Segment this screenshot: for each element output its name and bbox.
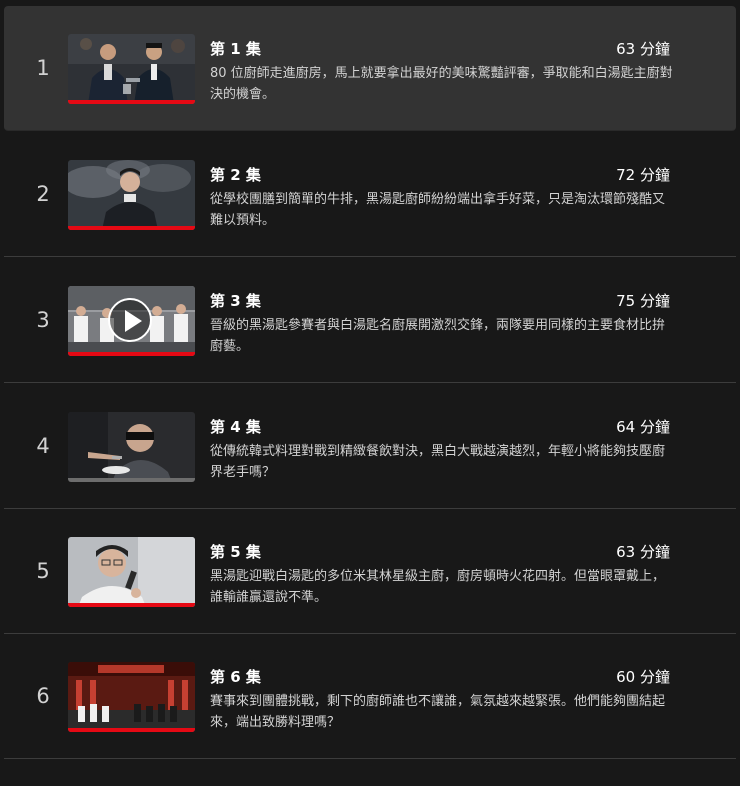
episode-duration: 64 分鐘 <box>616 418 670 436</box>
episode-index: 3 <box>36 308 50 332</box>
episode-title: 第 4 集 <box>210 418 261 436</box>
episode-title: 第 6 集 <box>210 668 261 686</box>
episode-row-1[interactable]: 1 第 1 集 63 分鐘 80 位廚師走進廚房，馬上就要拿出最好的美味驚豔評審… <box>4 6 736 131</box>
episode-index: 4 <box>36 434 50 458</box>
episode-row-6[interactable]: 6 第 6 集 60 分鐘 賽事來到團體挑戰，剩下的廚師誰也不讓誰，氣氛越來越緊… <box>4 634 736 759</box>
watch-progress-fill <box>68 226 195 230</box>
watch-progress-fill <box>68 728 195 732</box>
episode-duration: 75 分鐘 <box>616 292 670 310</box>
episode-title: 第 3 集 <box>210 292 261 310</box>
man-with-microphone-image <box>68 537 195 607</box>
chef-in-smoke-image <box>68 160 195 230</box>
episode-thumbnail[interactable] <box>68 412 195 482</box>
watch-progress-bar <box>68 603 195 607</box>
play-icon[interactable] <box>108 298 152 342</box>
episode-index: 2 <box>36 182 50 206</box>
watch-progress-bar <box>68 352 195 356</box>
episode-title: 第 1 集 <box>210 40 261 58</box>
episode-title: 第 5 集 <box>210 543 261 561</box>
episode-row-2[interactable]: 2 第 2 集 72 分鐘 從學校團膳到簡單的牛排，黑湯匙廚師紛紛端出拿手好菜，… <box>4 132 736 257</box>
episode-thumbnail[interactable] <box>68 286 195 356</box>
watch-progress-bar <box>68 226 195 230</box>
episode-title: 第 2 集 <box>210 166 261 184</box>
episode-row-4[interactable]: 4 第 4 集 64 分鐘 從傳統韓式料理對戰到精緻餐飲對決，黑白大戰越演越烈，… <box>4 384 736 509</box>
episode-index: 1 <box>36 56 50 80</box>
episode-duration: 72 分鐘 <box>616 166 670 184</box>
watch-progress-bar <box>68 100 195 104</box>
watch-progress-bar <box>68 728 195 732</box>
team-on-red-stage-image <box>68 662 195 732</box>
episode-index: 5 <box>36 559 50 583</box>
watch-progress-fill <box>68 603 195 607</box>
episode-description: 晉級的黑湯匙參賽者與白湯匙名廚展開激烈交鋒，兩隊要用同樣的主要食材比拚廚藝。 <box>210 318 666 354</box>
episode-thumbnail[interactable] <box>68 537 195 607</box>
watch-progress-fill <box>68 352 195 356</box>
episode-index: 6 <box>36 684 50 708</box>
episode-duration: 63 分鐘 <box>616 543 670 561</box>
episode-row-5[interactable]: 5 第 5 集 63 分鐘 黑湯匙迎戰白湯匙的多位米其林星級主廚，廚房頓時火花四… <box>4 509 736 634</box>
episode-row-3[interactable]: 3 第 3 集 75 分鐘 晉級的黑湯匙參賽者與白湯匙名廚展開激烈交鋒，兩隊要用… <box>4 258 736 383</box>
episode-thumbnail[interactable] <box>68 160 195 230</box>
two-chefs-seated-image <box>68 34 195 104</box>
episode-description: 賽事來到團體挑戰，剩下的廚師誰也不讓誰，氣氛越來越緊張。他們能夠團結起來，端出致… <box>210 694 666 730</box>
watch-progress-fill <box>68 100 195 104</box>
episode-duration: 60 分鐘 <box>616 668 670 686</box>
episode-thumbnail[interactable] <box>68 34 195 104</box>
episode-description: 80 位廚師走進廚房，馬上就要拿出最好的美味驚豔評審，爭取能和白湯匙主廚對決的機… <box>210 66 673 102</box>
episode-duration: 63 分鐘 <box>616 40 670 58</box>
episode-description: 黑湯匙迎戰白湯匙的多位米其林星級主廚，廚房頓時火花四射。但當眼罩戴上，誰輸誰贏還… <box>210 569 666 605</box>
blindfolded-judge-image <box>68 412 195 482</box>
episode-list: 1 第 1 集 63 分鐘 80 位廚師走進廚房，馬上就要拿出最好的美味驚豔評審… <box>0 0 740 786</box>
episode-description: 從傳統韓式料理對戰到精緻餐飲對決，黑白大戰越演越烈，年輕小將能夠技壓廚界老手嗎？ <box>210 444 666 480</box>
watch-progress-bar <box>68 478 195 482</box>
episode-description: 從學校團膳到簡單的牛排，黑湯匙廚師紛紛端出拿手好菜，只是淘汰環節殘酷又難以預料。 <box>210 192 666 228</box>
episode-thumbnail[interactable] <box>68 662 195 732</box>
